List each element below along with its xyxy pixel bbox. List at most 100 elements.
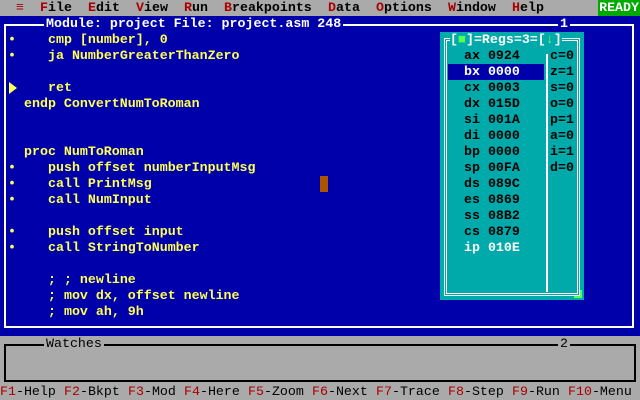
code-line[interactable]: call NumInput <box>48 192 152 208</box>
code-line[interactable]: ja NumberGreaterThanZero <box>48 48 240 64</box>
label: -Next <box>327 384 368 399</box>
code-line[interactable]: ; mov dx, offset newline <box>48 288 240 304</box>
code-line[interactable]: ; mov ah, 9h <box>48 304 144 320</box>
label: un <box>191 0 208 15</box>
zoom-arrow-icon[interactable]: ↓ <box>546 32 554 47</box>
label: dit <box>95 0 120 15</box>
code-line[interactable]: ret <box>48 80 72 96</box>
register-name: ax <box>464 48 480 63</box>
hotkey: O <box>376 0 384 15</box>
system-menu[interactable]: ≡ <box>16 0 24 16</box>
register-name: si <box>464 112 480 127</box>
register-value: 0879 <box>487 224 520 239</box>
hotkey: B <box>224 0 232 15</box>
register-ip[interactable]: ip 010E <box>448 240 544 256</box>
flag[interactable]: o=0 <box>550 96 574 112</box>
watches-window[interactable]: Watches 2 <box>0 336 640 384</box>
label: indow <box>455 0 496 15</box>
flag[interactable]: s=0 <box>550 80 574 96</box>
menu-options[interactable]: Options <box>376 0 432 16</box>
label: -Zoom <box>263 384 304 399</box>
register-bx[interactable]: bx 0000 <box>448 64 544 80</box>
register-di[interactable]: di 0000 <box>448 128 544 144</box>
code-line[interactable]: ; ; newline <box>48 272 136 288</box>
register-value: 0000 <box>487 64 520 79</box>
key: F2 <box>64 384 80 399</box>
register-dx[interactable]: dx 015D <box>448 96 544 112</box>
fkey-f4[interactable]: F4-Here <box>184 384 240 400</box>
flag[interactable]: d=0 <box>550 160 574 176</box>
breakpoint-marker-icon[interactable]: • <box>8 192 16 208</box>
register-name: dx <box>464 96 480 111</box>
register-cx[interactable]: cx 0003 <box>448 80 544 96</box>
code-line[interactable]: push offset input <box>48 224 184 240</box>
code-line[interactable]: endp ConvertNumToRoman <box>24 96 200 112</box>
register-name: ip <box>464 240 480 255</box>
title-text: ]=Regs=3=[ <box>465 32 546 47</box>
menu-view[interactable]: View <box>136 0 168 16</box>
function-key-bar: F1-Help F2-Bkpt F3-Mod F4-Here F5-Zoom F6-Nex… <box>0 384 640 400</box>
register-value: 0000 <box>487 144 520 159</box>
fkey-f8[interactable]: F8-Step <box>448 384 504 400</box>
resize-handle[interactable] <box>574 290 582 298</box>
code-line[interactable]: push offset numberInputMsg <box>48 160 255 176</box>
register-name: ss <box>464 208 480 223</box>
registers-window[interactable]: [■]=Regs=3=[↓] ax 0924 bx 0000 cx 0003 dx 0… <box>440 32 584 300</box>
menu-run[interactable]: Run <box>184 0 208 16</box>
flag[interactable]: c=0 <box>550 48 574 64</box>
code-line[interactable]: call PrintMsg <box>48 176 152 192</box>
breakpoint-marker-icon[interactable]: • <box>8 224 16 240</box>
registers-title: [■]=Regs=3=[↓] <box>450 32 562 48</box>
register-name: bp <box>464 144 480 159</box>
key: F7 <box>376 384 392 399</box>
key: F8 <box>448 384 464 399</box>
flag[interactable]: p=1 <box>550 112 574 128</box>
hotkey: F <box>40 0 48 15</box>
flag[interactable]: i=1 <box>550 144 574 160</box>
menu-help[interactable]: Help <box>512 0 544 16</box>
code-line[interactable]: call StringToNumber <box>48 240 200 256</box>
key: F1 <box>0 384 16 399</box>
hotkey: V <box>136 0 144 15</box>
menu-file[interactable]: File <box>40 0 72 16</box>
menu-data[interactable]: Data <box>328 0 360 16</box>
breakpoint-marker-icon[interactable]: • <box>8 48 16 64</box>
flag[interactable]: z=1 <box>550 64 574 80</box>
register-value: 0869 <box>487 192 520 207</box>
menu-breakpoints[interactable]: Breakpoints <box>224 0 312 16</box>
register-value: 00FA <box>487 160 520 175</box>
fkey-f1[interactable]: F1-Help <box>0 384 56 400</box>
menu-edit[interactable]: Edit <box>88 0 120 16</box>
register-sp[interactable]: sp 00FA <box>448 160 544 176</box>
close-icon[interactable]: ■ <box>458 32 466 47</box>
register-bp[interactable]: bp 0000 <box>448 144 544 160</box>
flag[interactable]: a=0 <box>550 128 574 144</box>
register-value: 08B2 <box>487 208 520 223</box>
fkey-f5[interactable]: F5-Zoom <box>248 384 304 400</box>
register-name: cx <box>464 80 480 95</box>
register-ax[interactable]: ax 0924 <box>448 48 544 64</box>
breakpoint-marker-icon[interactable]: • <box>8 160 16 176</box>
fkey-f7[interactable]: F7-Trace <box>376 384 440 400</box>
fkey-f9[interactable]: F9-Run <box>512 384 560 400</box>
fkey-f2[interactable]: F2-Bkpt <box>64 384 120 400</box>
menu-window[interactable]: Window <box>448 0 496 16</box>
breakpoint-marker-icon[interactable]: • <box>8 240 16 256</box>
breakpoint-marker-icon[interactable]: • <box>8 32 16 48</box>
register-ss[interactable]: ss 08B2 <box>448 208 544 224</box>
fkey-f6[interactable]: F6-Next <box>312 384 368 400</box>
fkey-f3[interactable]: F3-Mod <box>128 384 176 400</box>
register-name: sp <box>464 160 480 175</box>
register-es[interactable]: es 0869 <box>448 192 544 208</box>
fkey-f10[interactable]: F10-Menu <box>568 384 632 400</box>
register-cs[interactable]: cs 0879 <box>448 224 544 240</box>
register-name: bx <box>464 64 480 79</box>
code-line[interactable]: cmp [number], 0 <box>48 32 168 48</box>
register-ds[interactable]: ds 089C <box>448 176 544 192</box>
window-number: 1 <box>558 16 570 32</box>
label: -Bkpt <box>79 384 120 399</box>
register-si[interactable]: si 001A <box>448 112 544 128</box>
label: ata <box>335 0 360 15</box>
code-line[interactable]: proc NumToRoman <box>24 144 144 160</box>
breakpoint-marker-icon[interactable]: • <box>8 176 16 192</box>
